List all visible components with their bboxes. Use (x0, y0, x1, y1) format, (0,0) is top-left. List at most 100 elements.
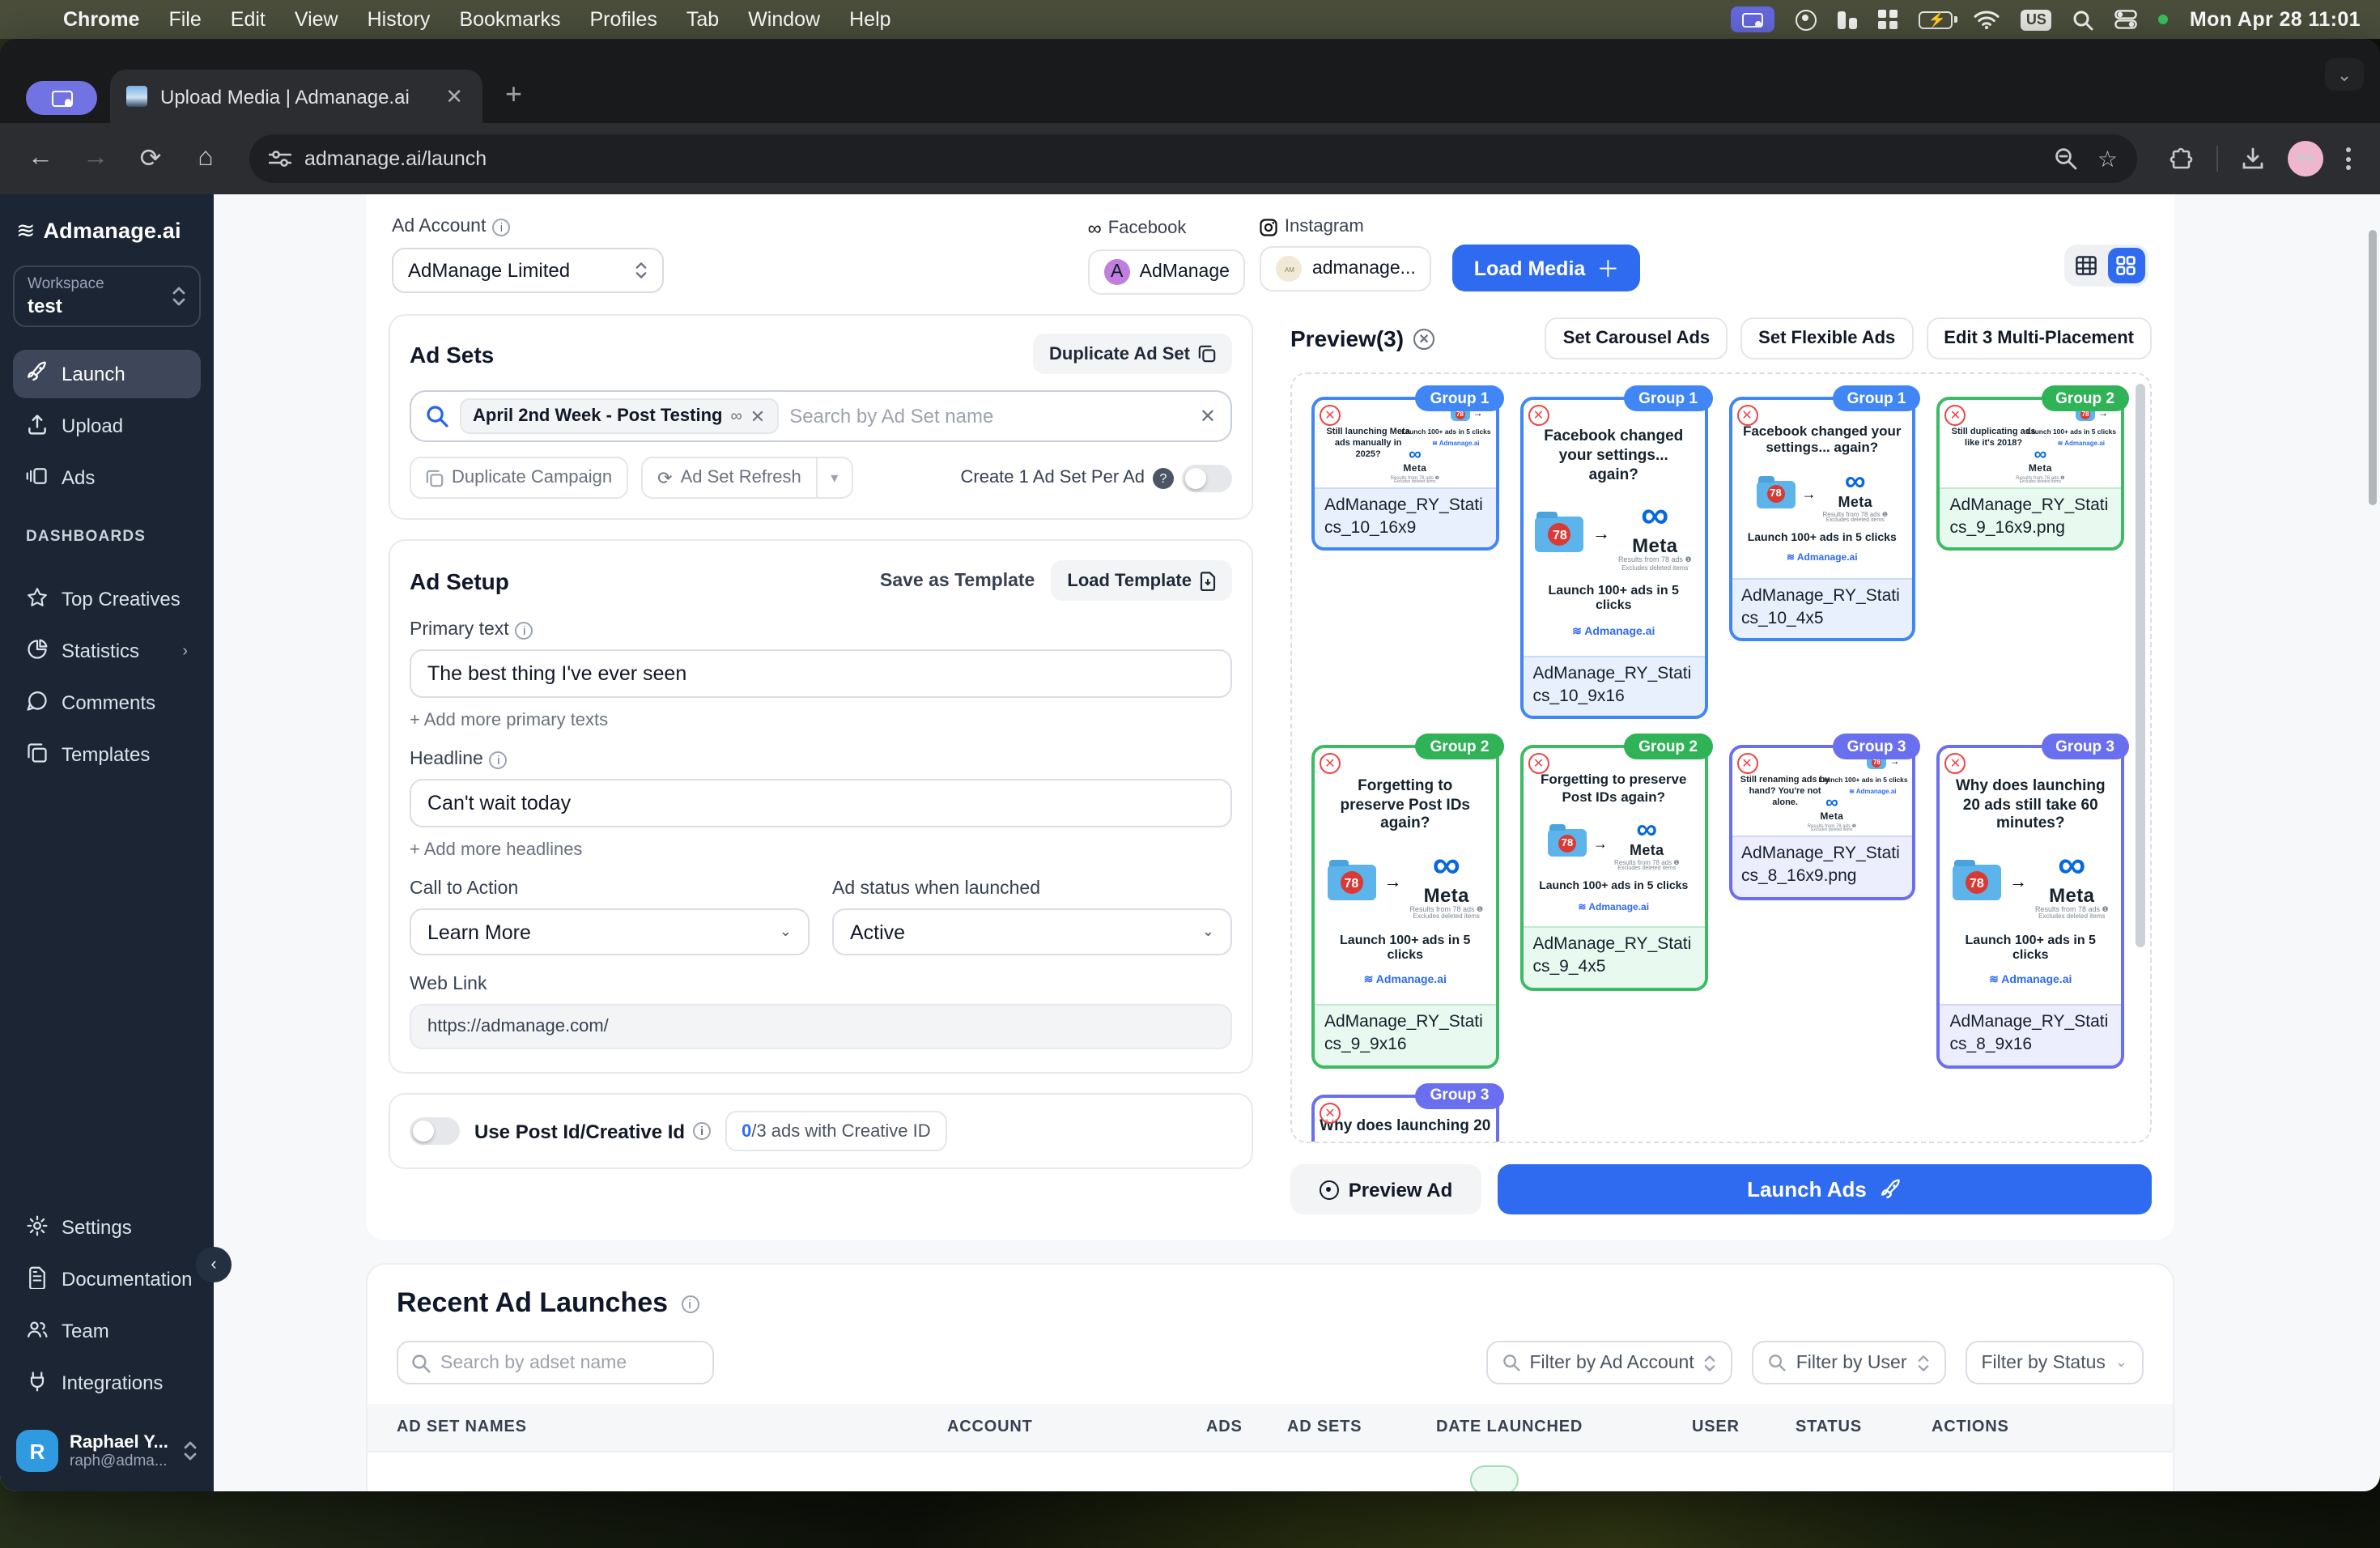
back-button[interactable]: ← (16, 134, 65, 183)
launchpad-grid-icon[interactable] (1877, 10, 1898, 29)
wifi-icon[interactable] (1974, 10, 2000, 29)
column-header-ads[interactable]: ADS (1206, 1418, 1287, 1436)
recent-search-input[interactable]: Search by adset name (397, 1341, 714, 1384)
column-header-ad-sets[interactable]: AD SETS (1287, 1418, 1436, 1436)
remove-card-icon[interactable]: ✕ (1528, 753, 1549, 775)
sidebar-collapse-button[interactable]: ‹ (196, 1247, 232, 1282)
column-header-status[interactable]: STATUS (1796, 1418, 1932, 1436)
info-icon[interactable]: i (492, 218, 511, 236)
load-template-button[interactable]: Load Template (1051, 560, 1232, 601)
menubar-item-edit[interactable]: Edit (216, 8, 280, 31)
info-icon[interactable]: i (489, 751, 508, 768)
tab-close-icon[interactable]: ✕ (442, 83, 466, 109)
filter-by-status[interactable]: Filter by Status ⌄ (1965, 1341, 2144, 1384)
preview-card[interactable]: Group 2 ✕ Still duplicating ads like it'… (1936, 385, 2129, 551)
sidebar-item-ads[interactable]: Ads (13, 453, 201, 502)
column-header-actions[interactable]: ACTIONS (1932, 1418, 2093, 1436)
instagram-account-chip[interactable]: AM admanage... (1260, 246, 1432, 291)
column-header-ad-set-names[interactable]: AD SET NAMES (397, 1418, 947, 1436)
battery-icon[interactable]: ⚡ (1918, 11, 1957, 28)
preview-card[interactable]: Group 1 ✕ Facebook changed your settings… (1519, 385, 1712, 720)
edit-3-multi-placement-button[interactable]: Edit 3 Multi-Placement (1926, 317, 2152, 359)
clear-preview-icon[interactable]: ✕ (1413, 328, 1435, 349)
preview-card[interactable]: Group 1 ✕ Still launching Meta ads manua… (1311, 385, 1504, 551)
add-headline-link[interactable]: + Add more headlines (410, 840, 1232, 860)
add-primary-text-link[interactable]: + Add more primary texts (410, 711, 1232, 730)
ad-set-search[interactable]: April 2nd Week - Post Testing ∞ ✕ Search… (410, 390, 1232, 442)
browser-avatar[interactable]: 🕶 (2288, 141, 2323, 176)
screen-sharing-icon[interactable] (1731, 6, 1775, 32)
primary-text-input[interactable] (410, 649, 1232, 698)
duplicate-ad-set-button[interactable]: Duplicate Ad Set (1033, 334, 1232, 374)
menubar-item-chrome[interactable]: Chrome (49, 8, 154, 31)
preview-card[interactable]: Group 3 ✕ Why does launching 20 (1311, 1082, 1504, 1142)
menubar-clock[interactable]: Mon Apr 28 11:01 (2190, 8, 2361, 31)
sidebar-item-upload[interactable]: Upload (13, 402, 201, 450)
ad-set-refresh-dropdown[interactable]: ▾ (817, 457, 853, 499)
post-id-toggle[interactable] (410, 1117, 460, 1145)
column-header-account[interactable]: ACCOUNT (947, 1418, 1206, 1436)
table-row[interactable] (397, 1452, 2144, 1491)
remove-card-icon[interactable]: ✕ (1320, 405, 1341, 426)
web-link-input[interactable]: https://admanage.com/ (410, 1004, 1232, 1049)
save-as-template-button[interactable]: Save as Template (880, 571, 1035, 590)
site-settings-icon[interactable] (269, 149, 291, 168)
extensions-icon[interactable] (2170, 147, 2194, 171)
sidebar-item-comments[interactable]: Comments (13, 678, 201, 727)
page-scrollbar[interactable] (2369, 230, 2377, 505)
menubar-item-window[interactable]: Window (733, 8, 835, 31)
brand[interactable]: ≋ Admanage.ai (13, 214, 201, 245)
menubar-item-help[interactable]: Help (835, 8, 905, 31)
zoom-out-indicator-icon[interactable] (2055, 147, 2078, 170)
ad-account-select[interactable]: AdManage Limited (392, 248, 664, 293)
new-tab-button[interactable]: + (505, 78, 522, 112)
remove-tag-icon[interactable]: ✕ (750, 406, 765, 427)
chrome-menu-icon[interactable] (2346, 147, 2351, 170)
sidebar-item-settings[interactable]: Settings (13, 1203, 201, 1252)
workspace-selector[interactable]: Workspace test (13, 266, 201, 327)
browser-profile-chip[interactable] (26, 81, 97, 115)
selected-ad-set-tag[interactable]: April 2nd Week - Post Testing ∞ ✕ (460, 398, 779, 434)
menubar-item-profiles[interactable]: Profiles (576, 8, 672, 31)
launch-ads-button[interactable]: Launch Ads (1498, 1164, 2152, 1214)
menubar-item-tab[interactable]: Tab (672, 8, 733, 31)
preview-card[interactable]: Group 2 ✕ Forgetting to preserve Post ID… (1311, 734, 1504, 1069)
sidebar-item-templates[interactable]: Templates (13, 730, 201, 779)
forward-button[interactable]: → (71, 134, 120, 183)
preview-card[interactable]: Group 3 ✕ Still renaming ads by hand? Yo… (1728, 734, 1921, 900)
window-tiling-icon[interactable] (1838, 11, 1857, 28)
preview-card[interactable]: Group 1 ✕ Facebook changed your settings… (1728, 385, 1921, 642)
ad-status-select[interactable]: Active ⌄ (832, 908, 1232, 955)
downloads-icon[interactable] (2241, 147, 2265, 171)
user-menu[interactable]: R Raphael Y... raph@adma... (13, 1427, 201, 1475)
menubar-item-view[interactable]: View (280, 8, 353, 31)
info-icon[interactable]: i (681, 1295, 699, 1312)
load-media-button[interactable]: Load Media ＋ (1452, 245, 1641, 291)
help-icon[interactable]: ? (1153, 467, 1174, 488)
headline-input[interactable] (410, 779, 1232, 827)
ad-set-search-placeholder[interactable]: Search by Ad Set name (789, 405, 1188, 427)
preview-scrollbar[interactable] (2136, 384, 2145, 947)
sidebar-item-launch[interactable]: Launch (13, 350, 201, 398)
control-center-icon[interactable] (2115, 10, 2138, 29)
sidebar-item-top-creatives[interactable]: Top Creatives (13, 575, 201, 623)
record-icon[interactable] (1796, 9, 1817, 30)
remove-card-icon[interactable]: ✕ (1528, 405, 1549, 426)
facebook-page-chip[interactable]: A AdManage (1087, 249, 1246, 295)
ad-set-refresh-button[interactable]: ⟳ Ad Set Refresh (641, 457, 818, 499)
menubar-item-bookmarks[interactable]: Bookmarks (444, 8, 575, 31)
bookmark-star-icon[interactable]: ☆ (2097, 145, 2118, 172)
clear-search-icon[interactable]: ✕ (1200, 405, 1216, 427)
preview-card[interactable]: Group 2 ✕ Forgetting to preserve Post ID… (1519, 734, 1712, 991)
remove-card-icon[interactable]: ✕ (1320, 1102, 1341, 1124)
sidebar-item-documentation[interactable]: Documentation (13, 1255, 201, 1303)
info-icon[interactable]: i (515, 621, 533, 639)
spotlight-search-icon[interactable] (2073, 9, 2094, 30)
url-text[interactable]: admanage.ai/launch (304, 147, 2042, 170)
sidebar-item-statistics[interactable]: Statistics › (13, 627, 201, 675)
cta-select[interactable]: Learn More ⌄ (410, 908, 810, 955)
filter-by-ad-account[interactable]: Filter by Ad Account (1485, 1341, 1733, 1384)
column-header-date-launched[interactable]: DATE LAUNCHED (1436, 1418, 1692, 1436)
info-icon[interactable]: i (693, 1122, 712, 1140)
preview-ad-button[interactable]: Preview Ad (1290, 1164, 1481, 1214)
